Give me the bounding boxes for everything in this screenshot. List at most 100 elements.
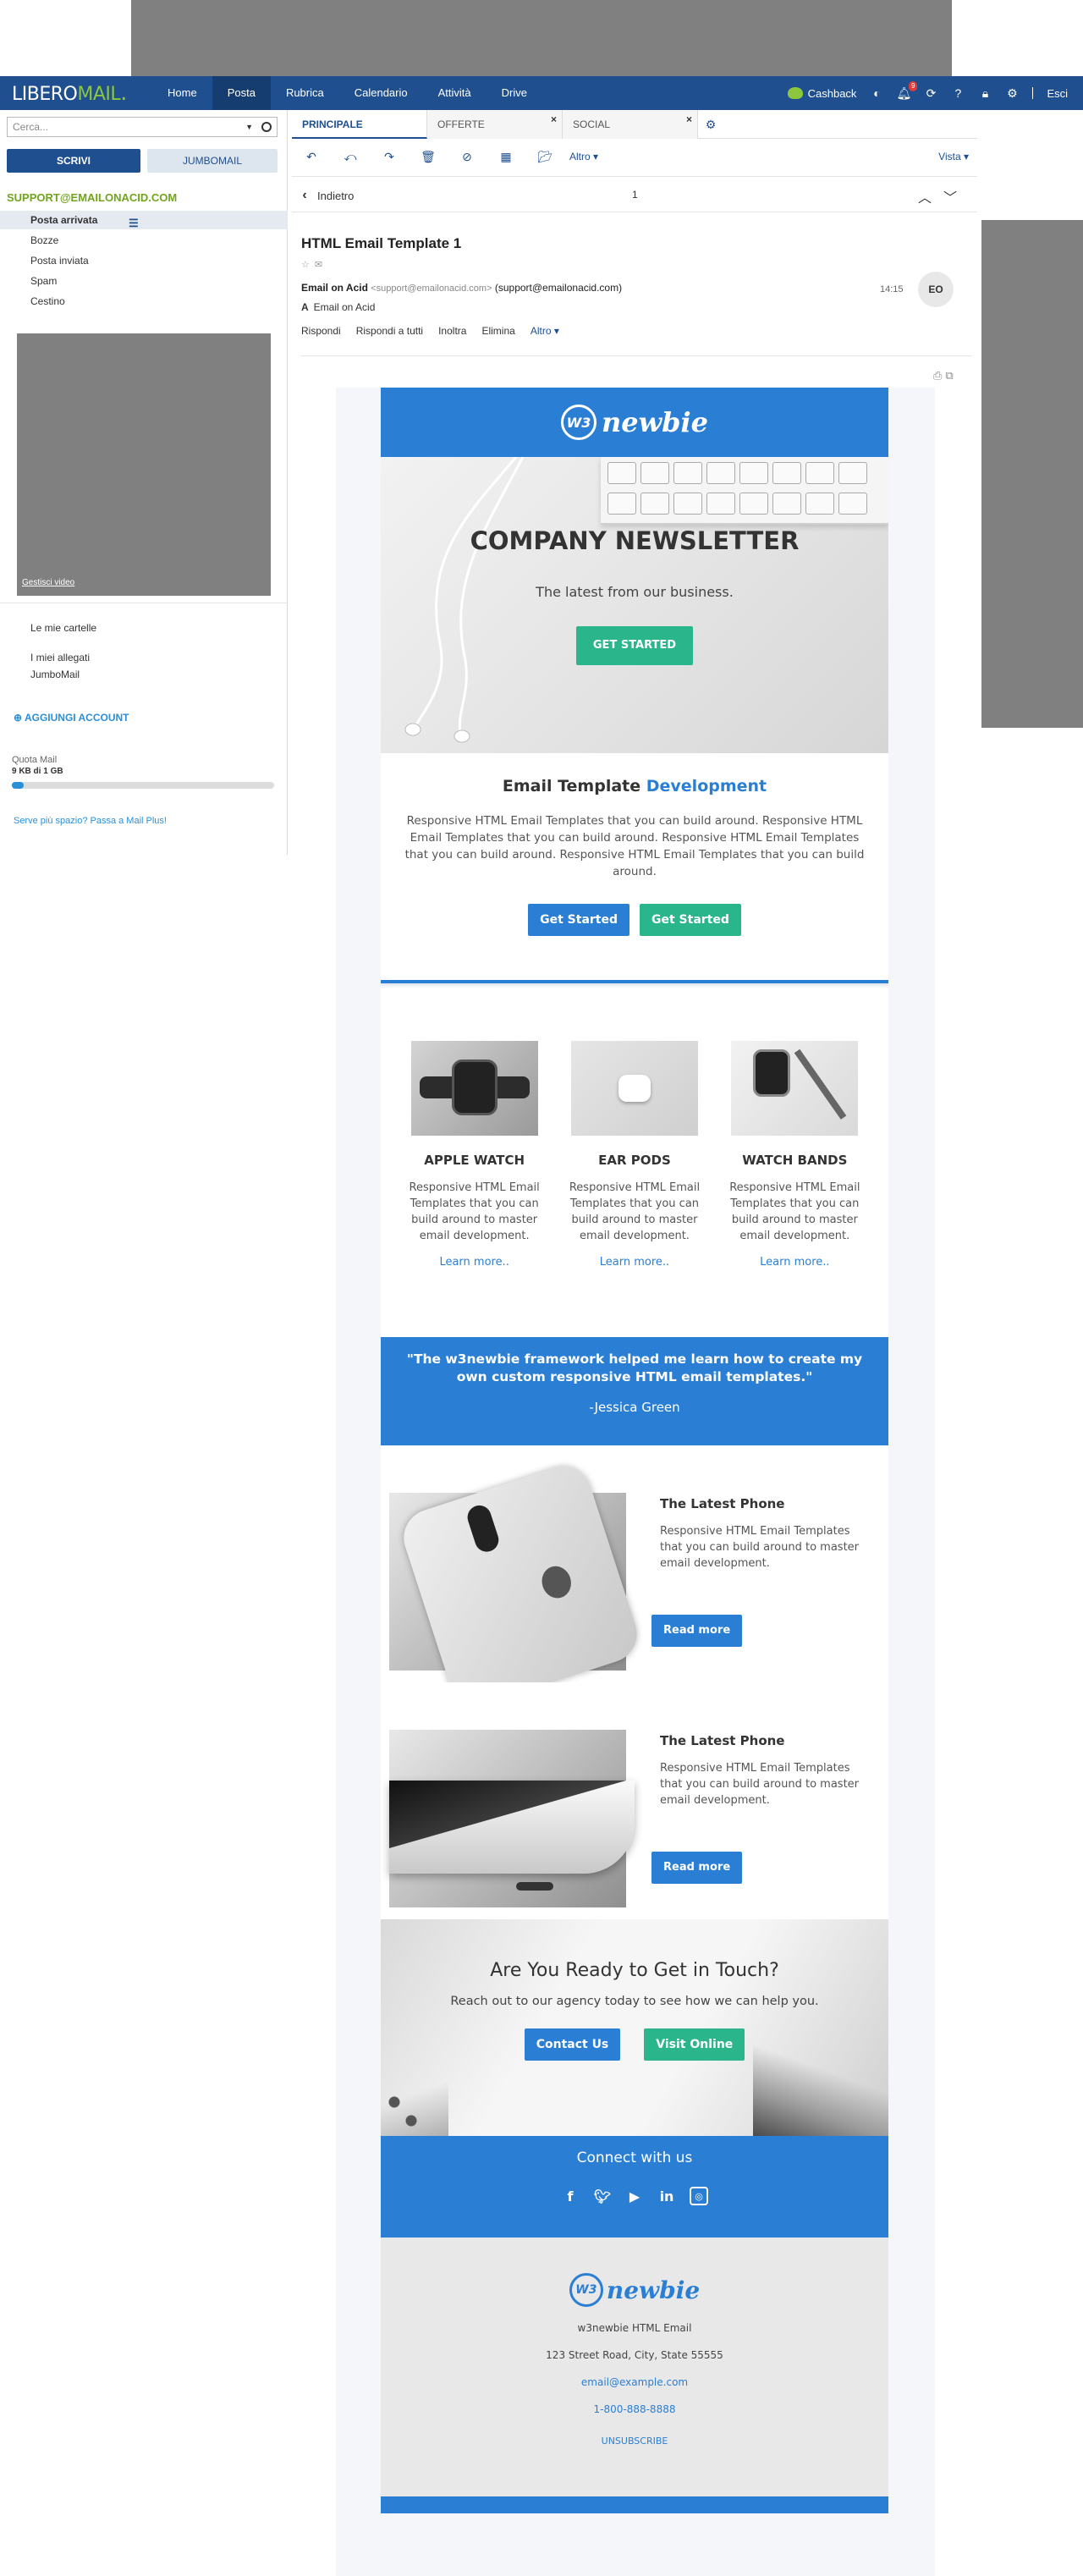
my-attachments-link[interactable]: I miei allegati	[30, 652, 90, 663]
libero-mail-logo[interactable]: LIBEROMAIL.	[0, 80, 152, 106]
learn-more-link[interactable]: Learn more..	[723, 1256, 866, 1269]
twitter-icon[interactable]: 🐦︎	[593, 2187, 612, 2205]
upgrade-link[interactable]: Serve più spazio? Passa a Mail Plus!	[14, 816, 167, 826]
product-body: Responsive HTML Email Templates that you…	[729, 1181, 860, 1242]
view-dropdown[interactable]: Vista ▾	[938, 151, 977, 162]
tab-offerte[interactable]: OFFERTE ×	[427, 110, 563, 139]
archive-icon[interactable]: ▦	[487, 150, 525, 164]
search-icon[interactable]	[261, 122, 272, 132]
folder-spam[interactable]: Spam	[0, 272, 288, 290]
chevron-down-icon[interactable]: ▼	[245, 123, 253, 131]
folder-drafts[interactable]: Bozze	[0, 231, 288, 250]
linkedin-icon[interactable]: in	[657, 2187, 676, 2205]
print-icon[interactable]: ⎙	[933, 369, 945, 382]
nav-rubrica[interactable]: Rubrica	[271, 76, 339, 110]
feature-row: The Latest Phone Responsive HTML Email T…	[381, 1682, 888, 1919]
my-folders-link[interactable]: Le mie cartelle	[30, 622, 96, 634]
move-folder-icon[interactable]: 📂︎	[525, 150, 564, 164]
cta-title: Are You Ready to Get in Touch?	[490, 1960, 779, 1981]
jumbomail-button[interactable]: JUMBOMAIL	[147, 149, 278, 173]
star-icon[interactable]: ☆	[301, 260, 315, 270]
logout-link[interactable]: Esci	[1047, 87, 1068, 100]
intro-section: Email Template Development Responsive HT…	[381, 753, 888, 980]
gear-icon[interactable]: ⚙	[1005, 86, 1019, 100]
jumbomail-link[interactable]: JumboMail	[30, 669, 80, 680]
delete-icon[interactable]: 🗑︎	[409, 150, 448, 164]
get-started-primary-button[interactable]: Get Started	[528, 904, 629, 936]
close-icon[interactable]: ×	[551, 105, 557, 134]
nav-drive[interactable]: Drive	[487, 76, 542, 110]
right-skyscraper-ad[interactable]	[981, 220, 1083, 728]
back-arrow-icon[interactable]: ‹	[292, 188, 317, 203]
folder-trash[interactable]: Cestino	[0, 292, 288, 311]
youtube-icon[interactable]: ▶	[625, 2187, 644, 2205]
cashback-link[interactable]: Cashback	[787, 87, 856, 100]
nav-posta[interactable]: Posta	[212, 76, 271, 110]
nav-calendario[interactable]: Calendario	[339, 76, 423, 110]
video-ad[interactable]: Gestisci video	[17, 333, 271, 596]
unsubscribe-link[interactable]: UNSUBSCRIBE	[381, 2436, 888, 2447]
lock-icon[interactable]: 🔒︎	[978, 86, 992, 100]
compose-button[interactable]: SCRIVI	[7, 149, 140, 173]
nav-separator	[1032, 87, 1034, 99]
moon-icon[interactable]: ◐	[870, 86, 883, 100]
refresh-icon[interactable]: ⟳	[924, 86, 937, 100]
block-icon[interactable]: ⊘	[448, 150, 487, 164]
products-section: APPLE WATCH Responsive HTML Email Templa…	[381, 988, 888, 1337]
bell-icon[interactable]: 🔔︎ 9	[897, 81, 918, 100]
read-more-button[interactable]: Read more	[651, 1615, 743, 1647]
message-position: 1	[632, 189, 638, 201]
intro-buttons: Get Started Get Started	[381, 904, 888, 936]
nav-attivita[interactable]: Attività	[423, 76, 487, 110]
footer-email-link[interactable]: email@example.com	[381, 2376, 888, 2388]
menu-icon[interactable]: ☰	[129, 214, 139, 233]
cta-decor-left	[381, 2046, 448, 2136]
get-started-button[interactable]: GET STARTED	[576, 626, 693, 665]
folder-sent[interactable]: Posta inviata	[0, 251, 288, 270]
learn-more-link[interactable]: Learn more..	[403, 1256, 547, 1269]
reply-all-icon[interactable]: ⤺	[331, 150, 370, 164]
add-account-button[interactable]: ⊕ AGGIUNGI ACCOUNT	[14, 712, 129, 724]
product-card: APPLE WATCH Responsive HTML Email Templa…	[403, 1041, 547, 1337]
more-actions-dropdown[interactable]: Altro ▾	[531, 325, 559, 337]
instagram-icon[interactable]: ◎	[690, 2187, 708, 2205]
search-input[interactable]: Cerca... ▼	[7, 117, 278, 137]
visit-online-button[interactable]: Visit Online	[644, 2028, 745, 2061]
learn-more-link[interactable]: Learn more..	[563, 1256, 706, 1269]
reply-all-action[interactable]: Rispondi a tutti	[356, 325, 423, 337]
account-name[interactable]: SUPPORT@EMAILONACID.COM	[7, 191, 177, 204]
forward-icon[interactable]: ↷	[370, 150, 409, 164]
product-card: WATCH BANDS Responsive HTML Email Templa…	[723, 1041, 866, 1337]
forward-action[interactable]: Inoltra	[438, 325, 466, 337]
top-navbar: LIBEROMAIL. Home Posta Rubrica Calendari…	[0, 76, 1083, 110]
tab-social[interactable]: SOCIAL ×	[563, 110, 698, 139]
cta-section: Are You Ready to Get in Touch? Reach out…	[381, 1919, 888, 2136]
quota-value: 9 KB di 1 GB	[12, 767, 63, 776]
envelope-icon[interactable]: ✉	[315, 260, 327, 270]
top-banner-ad[interactable]	[131, 0, 952, 76]
close-icon[interactable]: ×	[686, 105, 692, 134]
tab-principale[interactable]: PRINCIPALE	[292, 110, 427, 139]
plus-icon: ⊕	[14, 712, 25, 724]
manage-video-link[interactable]: Gestisci video	[22, 578, 74, 587]
footer-logo: W3 newbie	[381, 2273, 888, 2307]
get-started-secondary-button[interactable]: Get Started	[640, 904, 741, 936]
help-icon[interactable]: ?	[951, 86, 965, 100]
toolbar-divider	[292, 176, 977, 177]
reply-action[interactable]: Rispondi	[301, 325, 341, 337]
delete-action[interactable]: Elimina	[481, 325, 514, 337]
product-card: EAR PODS Responsive HTML Email Templates…	[563, 1041, 706, 1337]
tab-settings-icon[interactable]: ⚙	[698, 110, 723, 139]
contact-us-button[interactable]: Contact Us	[524, 2028, 621, 2061]
external-link-icon[interactable]: ⧉	[945, 369, 956, 382]
mail-tabs: PRINCIPALE OFFERTE × SOCIAL × ⚙	[292, 110, 977, 139]
nav-home[interactable]: Home	[152, 76, 212, 110]
read-more-button[interactable]: Read more	[651, 1852, 743, 1884]
reply-icon[interactable]: ↶	[292, 150, 331, 164]
more-dropdown[interactable]: Altro ▾	[569, 151, 598, 162]
folder-inbox[interactable]: Posta arrivata ☰	[0, 211, 288, 229]
footer-phone-link[interactable]: 1-800-888-8888	[381, 2403, 888, 2415]
back-link[interactable]: Indietro	[317, 190, 354, 202]
facebook-icon[interactable]: f	[561, 2187, 580, 2205]
prev-next-arrows[interactable]: ︿﹀	[918, 186, 969, 206]
